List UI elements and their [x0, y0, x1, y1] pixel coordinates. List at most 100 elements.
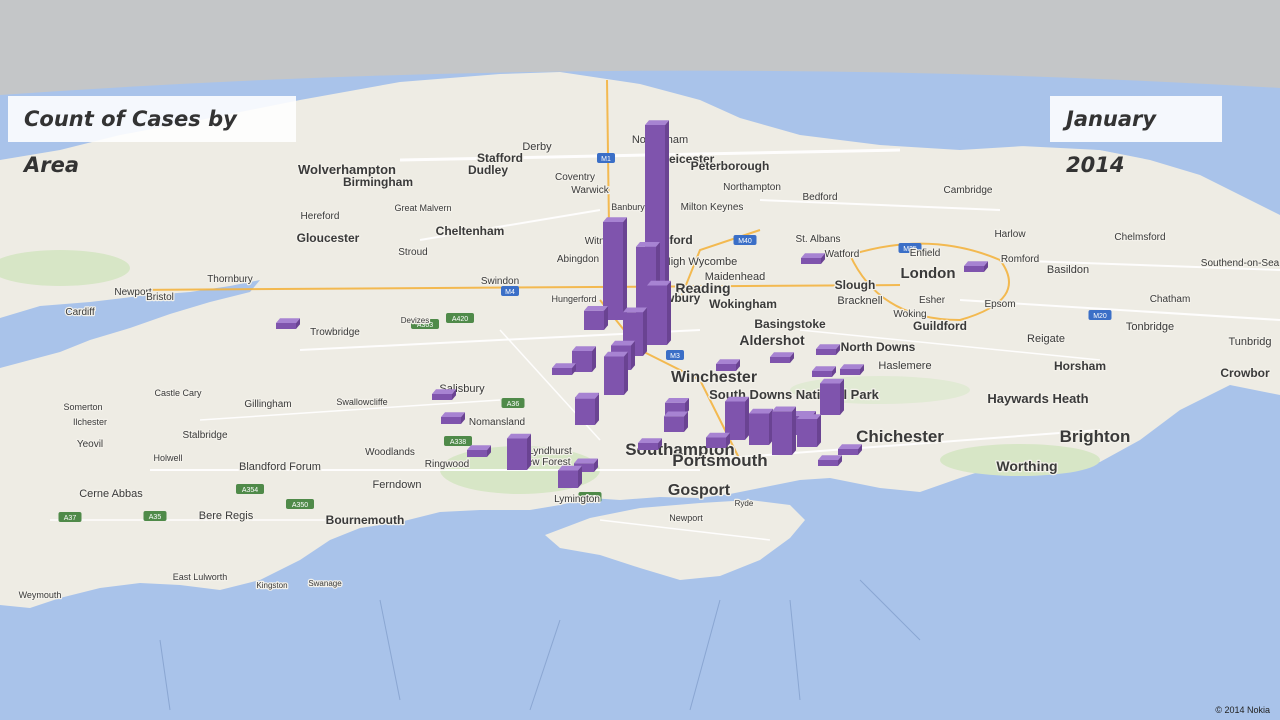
- case-column: [818, 455, 842, 466]
- case-column: [507, 433, 531, 470]
- road-badge-label: A350: [292, 502, 308, 509]
- place-label-gosport: Gosport: [668, 482, 731, 499]
- road-badge: A354: [236, 484, 264, 494]
- case-column: [664, 411, 688, 432]
- road-badge-label: M4: [505, 289, 515, 296]
- case-column: [638, 438, 662, 450]
- road-badge: M4: [501, 286, 519, 296]
- place-label-crowborough: Crowbor: [1220, 366, 1270, 380]
- place-label-newport-iow: Newport: [669, 513, 703, 523]
- road-badge-label: M40: [738, 238, 752, 245]
- place-label-abingdon: Abingdon: [557, 254, 599, 265]
- place-label-epsom: Epsom: [984, 299, 1015, 310]
- place-label-coventry: Coventry: [555, 172, 595, 183]
- case-column: [772, 406, 796, 455]
- place-label-somerton: Somerton: [63, 402, 102, 412]
- place-label-romford: Romford: [1001, 254, 1039, 265]
- place-label-kingston: Kingston: [256, 581, 287, 590]
- case-column: [706, 432, 730, 448]
- road-badge: A37: [58, 512, 82, 522]
- road-badge-label: A354: [242, 487, 258, 494]
- case-column: [603, 217, 627, 320]
- date-panel: January 2014: [1050, 96, 1222, 177]
- place-label-ilchester: Ilchester: [73, 417, 107, 427]
- place-label-bracknell: Bracknell: [837, 295, 882, 307]
- road-badge-label: A420: [452, 316, 468, 323]
- place-label-trowbridge: Trowbridge: [310, 327, 360, 338]
- road-badge: A35: [143, 511, 167, 521]
- place-label-cardiff: Cardiff: [65, 307, 94, 318]
- place-label-gillingham: Gillingham: [244, 399, 291, 410]
- road-badge: M20: [1088, 310, 1112, 320]
- place-label-bristol: Bristol: [146, 292, 174, 303]
- case-column: [797, 414, 821, 447]
- case-column: [584, 305, 608, 330]
- road-badge-label: A36: [507, 401, 520, 408]
- road-badge: A350: [286, 499, 314, 509]
- case-column: [820, 378, 844, 415]
- map-view[interactable]: M1 M40 M4 A420 A36 A338 A354 A350 A35 A37 A303 M3 M2…: [0, 0, 1280, 720]
- place-label-castle-cary: Castle Cary: [154, 388, 202, 398]
- place-label-weymouth: Weymouth: [19, 590, 62, 600]
- place-label-swanage: Swanage: [308, 579, 342, 588]
- place-label-portsmouth: Portsmouth: [672, 451, 767, 470]
- case-column: [441, 412, 465, 424]
- place-label-devizes: Devizes: [401, 316, 429, 325]
- place-label-guildford: Guildford: [913, 319, 967, 333]
- case-column: [575, 393, 599, 425]
- place-label-swindon: Swindon: [481, 276, 519, 287]
- case-column: [647, 280, 671, 345]
- title-panel: Count of Cases by Area: [8, 96, 296, 177]
- place-label-tunbridge: Tunbridg: [1228, 336, 1271, 348]
- place-label-ryde: Ryde: [735, 499, 754, 508]
- road-badge-label: M1: [601, 156, 611, 163]
- road-badge-label: A338: [450, 439, 466, 446]
- place-label-cambridge: Cambridge: [944, 185, 993, 196]
- place-label-stroud: Stroud: [398, 247, 427, 258]
- place-label-aldershot: Aldershot: [739, 332, 805, 348]
- place-label-haslemere: Haslemere: [878, 360, 931, 372]
- place-label-blandford-forum: Blandford Forum: [239, 461, 321, 473]
- road-badge-label: A37: [64, 515, 77, 522]
- place-label-slough: Slough: [835, 278, 876, 292]
- road-badge: M1: [597, 153, 615, 163]
- place-label-ringwood: Ringwood: [425, 459, 469, 470]
- place-label-stalbridge: Stalbridge: [182, 430, 227, 441]
- road-badge: M3: [666, 350, 684, 360]
- place-label-esher: Esher: [919, 295, 946, 306]
- place-label-chelmsford: Chelmsford: [1114, 232, 1165, 243]
- place-label-winchester: Winchester: [671, 369, 757, 386]
- case-column: [770, 352, 794, 363]
- place-label-southend: Southend-on-Sea: [1201, 258, 1280, 269]
- case-column: [432, 389, 456, 400]
- place-label-dudley: Dudley: [468, 163, 508, 177]
- case-column: [840, 364, 864, 375]
- case-column: [964, 261, 988, 272]
- place-label-warwick: Warwick: [571, 185, 609, 196]
- place-label-bere-regis: Bere Regis: [199, 510, 254, 522]
- place-label-lymington: Lymington: [554, 494, 600, 505]
- place-label-brighton: Brighton: [1060, 427, 1131, 446]
- place-label-birmingham: Birmingham: [343, 175, 413, 189]
- place-label-nomansland: Nomansland: [469, 417, 525, 428]
- case-column: [749, 408, 773, 445]
- case-column: [467, 445, 491, 457]
- road-badge-label: M3: [670, 353, 680, 360]
- place-label-basingstoke: Basingstoke: [754, 317, 826, 331]
- case-column: [816, 344, 840, 355]
- case-column: [838, 444, 862, 455]
- place-label-northampton: Northampton: [723, 182, 781, 193]
- place-label-harlow: Harlow: [994, 229, 1026, 240]
- place-label-gloucester: Gloucester: [297, 231, 360, 245]
- place-label-high-wycombe: High Wycombe: [663, 256, 737, 268]
- place-label-swallowcliffe: Swallowcliffe: [336, 397, 387, 407]
- place-label-thornbury: Thornbury: [207, 274, 253, 285]
- place-label-yeovil: Yeovil: [77, 439, 103, 450]
- place-label-hereford: Hereford: [301, 211, 340, 222]
- road-badge-label: M20: [1093, 313, 1107, 320]
- place-label-wokingham: Wokingham: [709, 297, 777, 311]
- place-label-cerne-abbas: Cerne Abbas: [79, 488, 143, 500]
- place-label-horsham: Horsham: [1054, 359, 1106, 373]
- place-label-reigate: Reigate: [1027, 333, 1065, 345]
- place-label-london: London: [901, 265, 956, 282]
